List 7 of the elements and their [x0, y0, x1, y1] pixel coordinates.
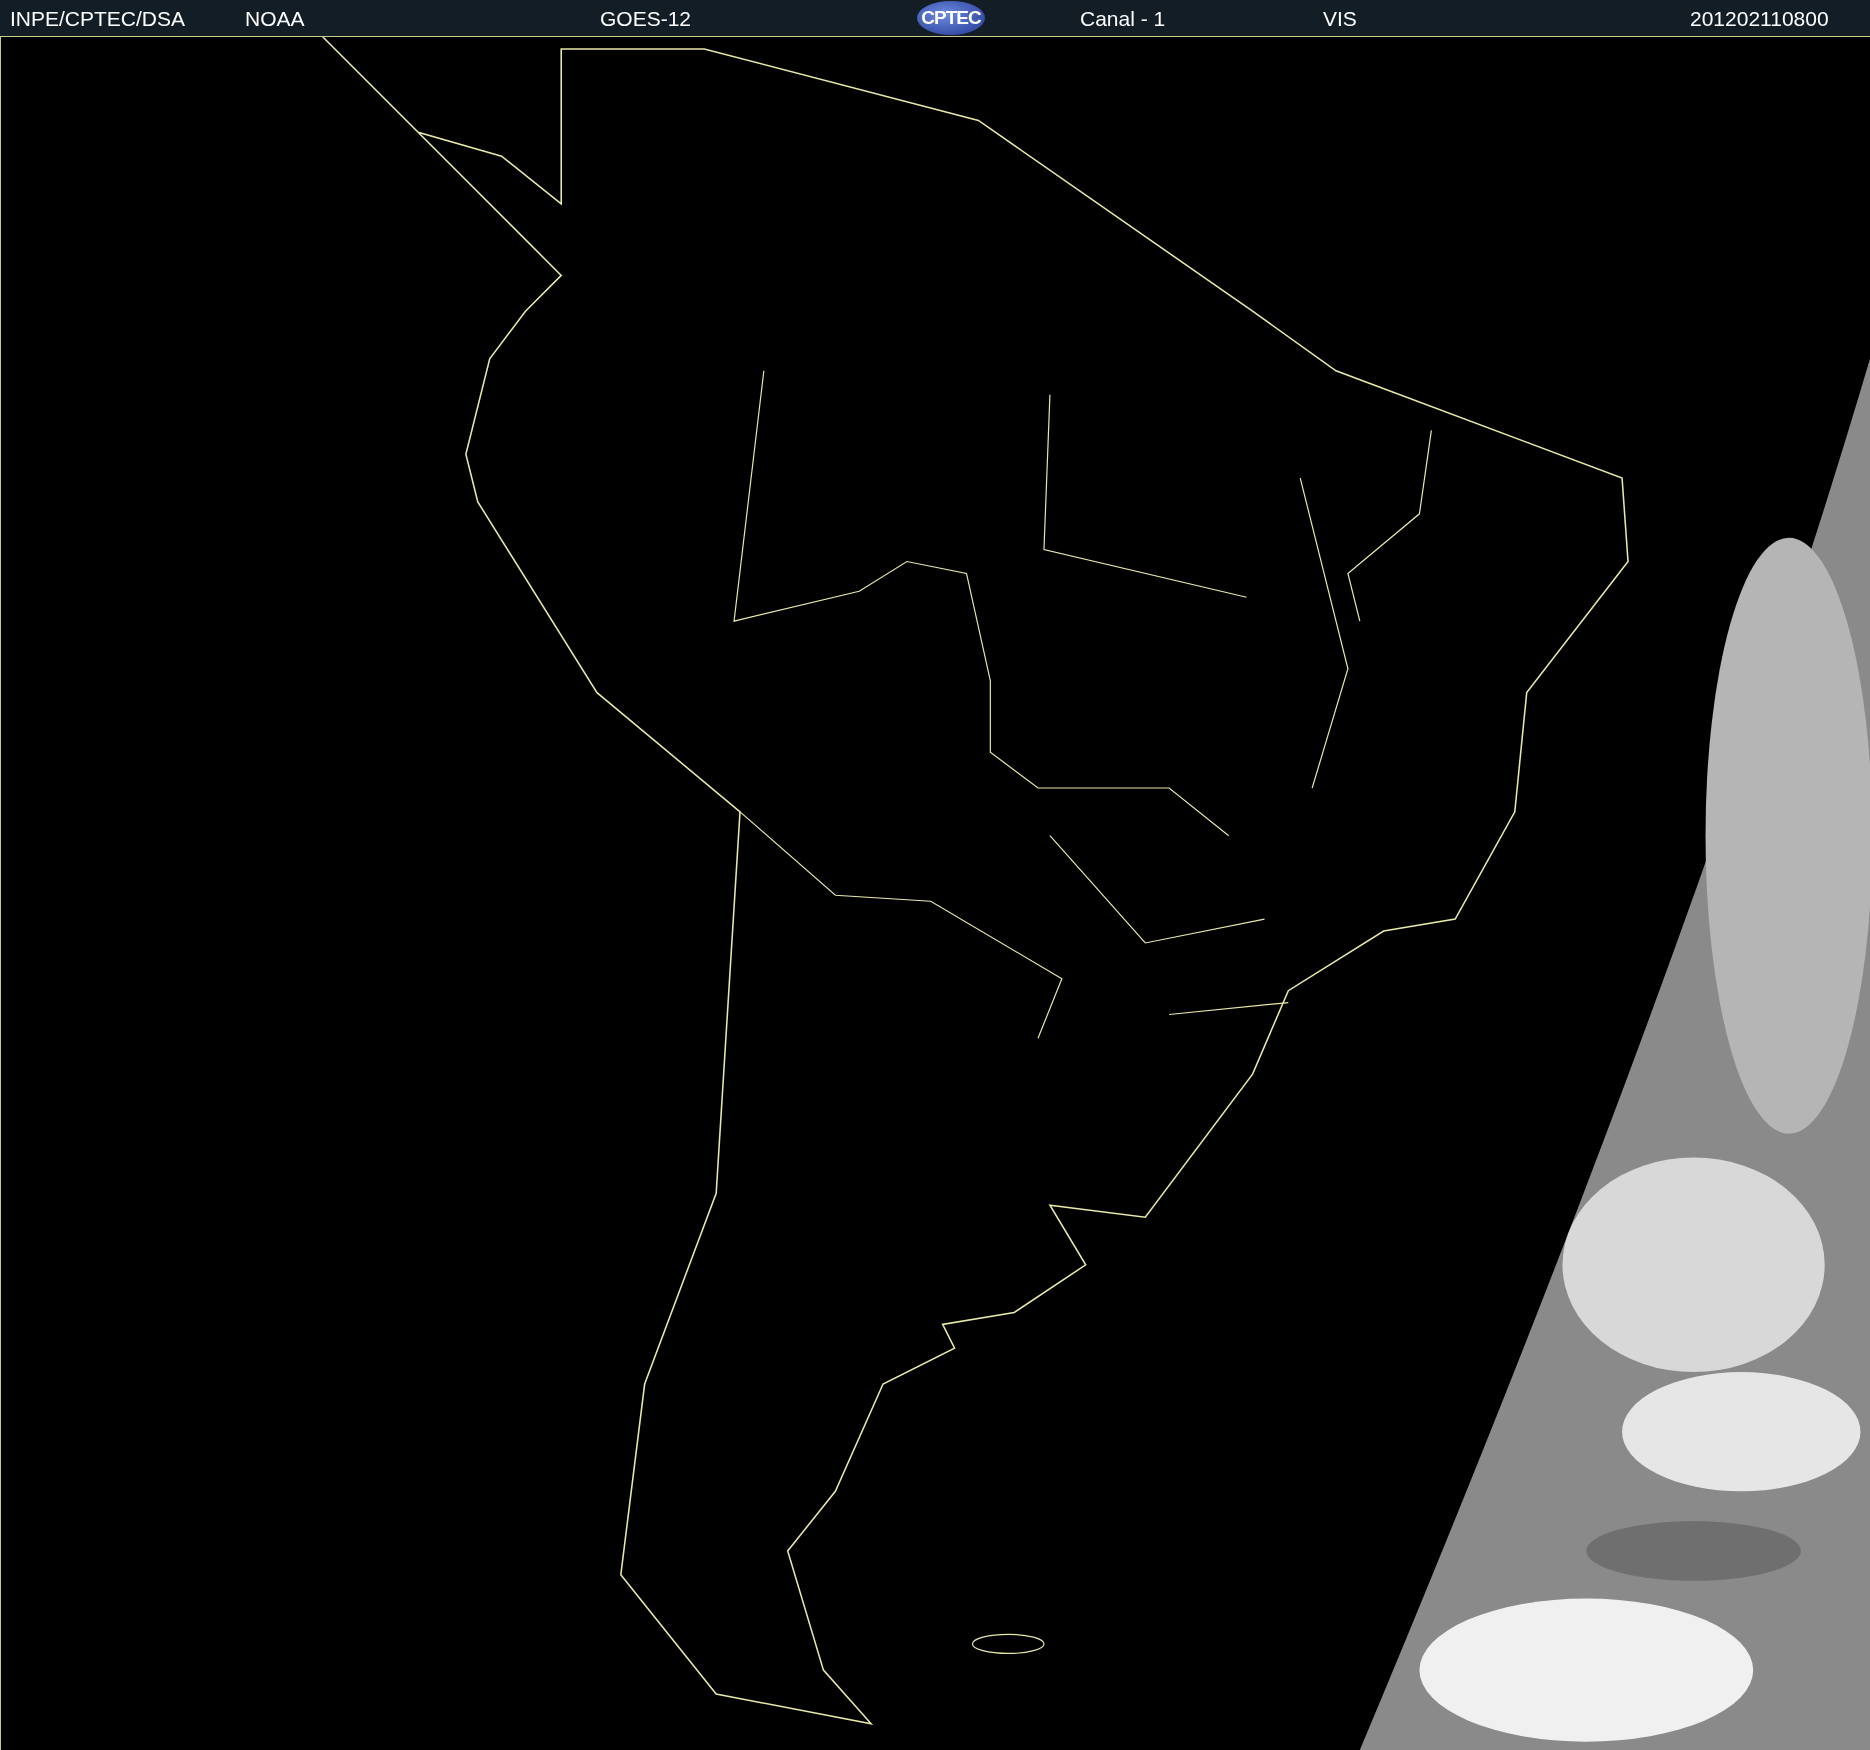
header-label: GOES-12: [600, 7, 692, 29]
header-label: Canal - 1: [1080, 7, 1166, 29]
header-label: INPE/CPTEC/DSA: [10, 7, 186, 29]
logo: CPTEC: [917, 1, 985, 35]
header-label: NOAA: [245, 7, 305, 29]
header-label: 201202110800: [1690, 7, 1829, 29]
header-label: VIS: [1323, 7, 1357, 29]
